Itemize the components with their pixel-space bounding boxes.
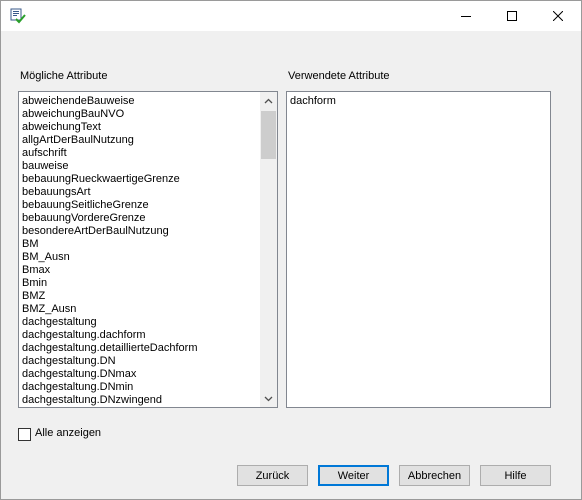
help-button[interactable]: Hilfe bbox=[480, 465, 551, 486]
show-all-label[interactable]: Alle anzeigen bbox=[35, 427, 101, 439]
show-all-checkbox[interactable] bbox=[18, 428, 31, 441]
close-icon bbox=[553, 11, 563, 21]
list-item[interactable]: bebauungRueckwaertigeGrenze bbox=[19, 173, 257, 186]
list-item[interactable]: dachgestaltung bbox=[19, 316, 257, 329]
chevron-down-icon bbox=[264, 393, 273, 405]
back-button[interactable]: Zurück bbox=[237, 465, 308, 486]
scroll-down-button[interactable] bbox=[260, 390, 277, 407]
list-item[interactable]: abweichendeBauweise bbox=[19, 95, 257, 108]
scroll-thumb[interactable] bbox=[261, 111, 276, 159]
scroll-up-button[interactable] bbox=[260, 92, 277, 109]
maximize-button[interactable] bbox=[489, 1, 535, 31]
list-item[interactable]: dachgestaltung.DNmin bbox=[19, 381, 257, 394]
used-attributes-label: Verwendete Attribute bbox=[288, 70, 390, 82]
list-item[interactable]: abweichungText bbox=[19, 121, 257, 134]
list-item[interactable]: bebauungsArt bbox=[19, 186, 257, 199]
list-item[interactable]: dachgestaltung.DNmax bbox=[19, 368, 257, 381]
list-item[interactable]: BMZ_Ausn bbox=[19, 303, 257, 316]
close-button[interactable] bbox=[535, 1, 581, 31]
list-item[interactable]: abweichungBauNVO bbox=[19, 108, 257, 121]
used-attributes-list[interactable]: dachform bbox=[286, 91, 551, 408]
next-button[interactable]: Weiter bbox=[318, 465, 389, 486]
list-item[interactable]: Bmin bbox=[19, 277, 257, 290]
list-item[interactable]: bebauungSeitlicheGrenze bbox=[19, 199, 257, 212]
list-item[interactable]: dachform bbox=[287, 95, 550, 108]
cancel-button[interactable]: Abbrechen bbox=[399, 465, 470, 486]
form-check-icon bbox=[10, 8, 26, 24]
minimize-button[interactable] bbox=[443, 1, 489, 31]
minimize-icon bbox=[461, 11, 471, 21]
list-item[interactable]: bebauungVordereGrenze bbox=[19, 212, 257, 225]
possible-attributes-list[interactable]: abweichendeBauweise abweichungBauNVO abwei… bbox=[18, 91, 278, 408]
list-item[interactable]: dachgestaltung.detaillierteDachform bbox=[19, 342, 257, 355]
list-item[interactable]: bauweise bbox=[19, 160, 257, 173]
list-item[interactable]: BMZ bbox=[19, 290, 257, 303]
list-item[interactable]: allgArtDerBaulNutzung bbox=[19, 134, 257, 147]
list-item[interactable]: BM_Ausn bbox=[19, 251, 257, 264]
dialog-window: Mögliche Attribute Verwendete Attribute … bbox=[0, 0, 582, 500]
maximize-icon bbox=[507, 11, 517, 21]
list-item[interactable]: dachgestaltung.DN bbox=[19, 355, 257, 368]
list-item[interactable]: Bmax bbox=[19, 264, 257, 277]
list-item[interactable]: BM bbox=[19, 238, 257, 251]
list-item[interactable]: dachgestaltung.dachform bbox=[19, 329, 257, 342]
possible-attributes-scrollbar[interactable] bbox=[260, 92, 277, 407]
list-item[interactable]: dachgestaltung.DNzwingend bbox=[19, 394, 257, 407]
title-bar bbox=[1, 1, 581, 31]
list-item[interactable]: aufschrift bbox=[19, 147, 257, 160]
possible-attributes-label: Mögliche Attribute bbox=[20, 70, 108, 82]
chevron-up-icon bbox=[264, 95, 273, 107]
list-item[interactable]: besondereArtDerBaulNutzung bbox=[19, 225, 257, 238]
